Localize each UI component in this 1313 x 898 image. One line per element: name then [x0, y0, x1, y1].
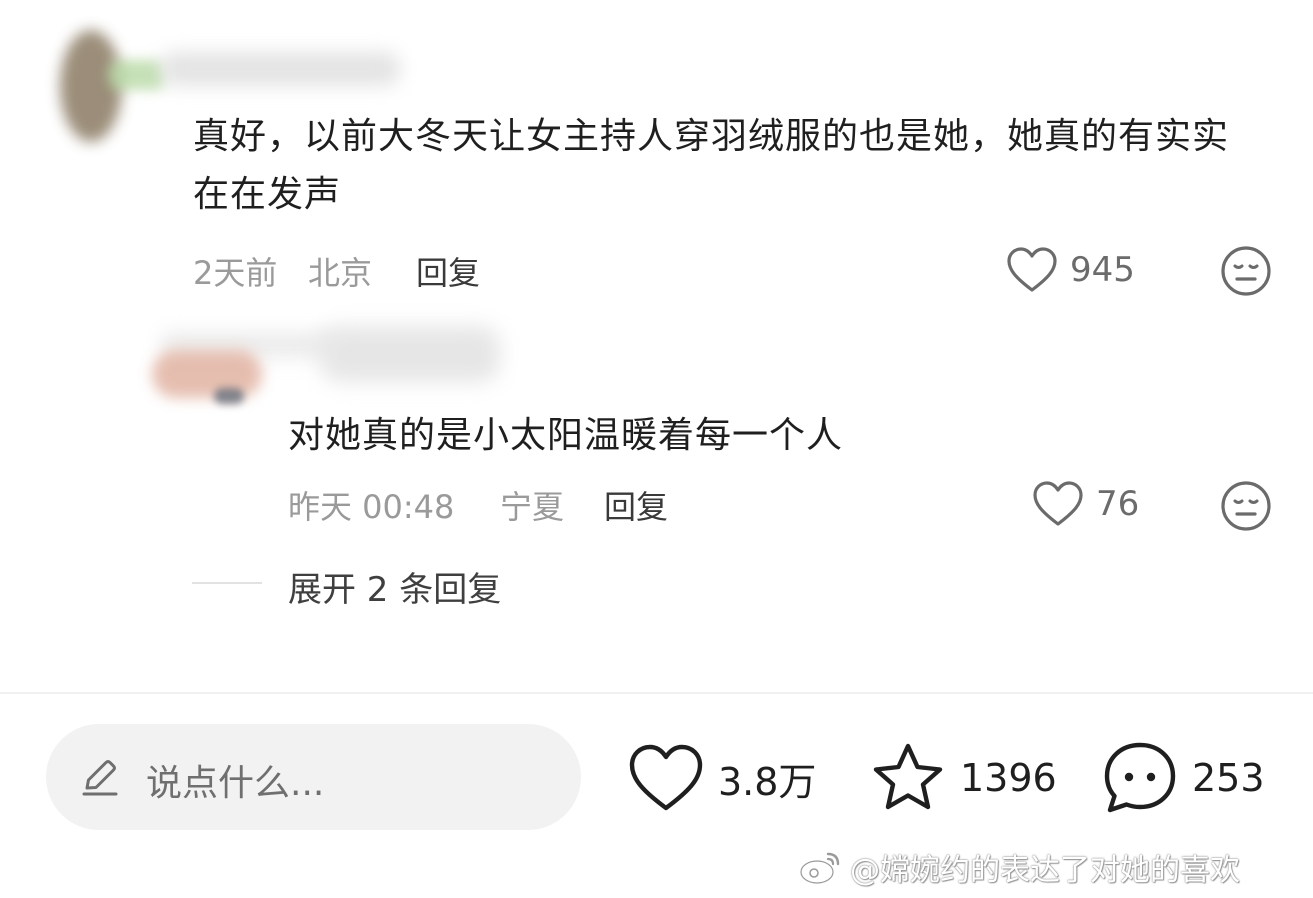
comment-time: 2天前	[193, 254, 278, 292]
comment-like-count: 945	[1070, 250, 1135, 290]
reply-reply-button[interactable]: 回复	[604, 482, 668, 528]
comment-reply-button[interactable]: 回复	[416, 248, 480, 294]
expand-replies-button[interactable]: 展开 2 条回复	[288, 562, 501, 611]
bottom-bar-divider	[0, 692, 1313, 694]
comment-input-placeholder: 说点什么...	[146, 763, 325, 804]
post-comment-button[interactable]: 253	[1102, 740, 1265, 816]
comment-input[interactable]: 说点什么...	[46, 724, 581, 830]
comment-location: 北京	[308, 254, 373, 292]
comment-text: 真好，以前大冬天让女主持人穿羽绒服的也是她，她真的有实实在在发声	[193, 116, 1230, 215]
post-comment-count: 253	[1192, 756, 1265, 800]
replier-username[interactable]	[320, 326, 500, 382]
reply-text: 对她真的是小太阳温暖着每一个人	[288, 415, 844, 456]
post-favorite-count: 1396	[960, 756, 1057, 800]
meh-face-icon[interactable]	[1220, 245, 1272, 297]
watermark-text: @嫦婉约的表达了对她的喜欢	[850, 853, 1240, 888]
heart-icon	[1007, 247, 1057, 292]
post-like-count: 3.8万	[718, 759, 817, 804]
weibo-watermark: @嫦婉约的表达了对她的喜欢	[798, 845, 1240, 889]
meh-face-icon[interactable]	[1220, 480, 1272, 532]
heart-icon	[1033, 481, 1083, 526]
reply-time: 昨天 00:48	[288, 488, 455, 526]
reply-like-count: 76	[1096, 484, 1140, 524]
expand-divider	[192, 582, 262, 584]
commenter-avatar-badge	[108, 60, 166, 90]
replier-avatar[interactable]	[152, 350, 262, 398]
replier-avatar-detail	[214, 388, 244, 404]
heart-icon	[629, 744, 703, 811]
speech-bubble-icon	[1104, 742, 1176, 813]
weibo-logo-icon	[799, 852, 840, 885]
pencil-icon	[82, 760, 118, 796]
commenter-username[interactable]	[160, 52, 400, 86]
comment-like-button[interactable]: 945	[1006, 246, 1135, 294]
star-icon	[873, 743, 943, 810]
post-like-button[interactable]: 3.8万	[628, 740, 816, 816]
reply-location: 宁夏	[500, 488, 565, 526]
post-favorite-button[interactable]: 1396	[870, 740, 1057, 816]
reply-like-button[interactable]: 76	[1032, 480, 1139, 528]
